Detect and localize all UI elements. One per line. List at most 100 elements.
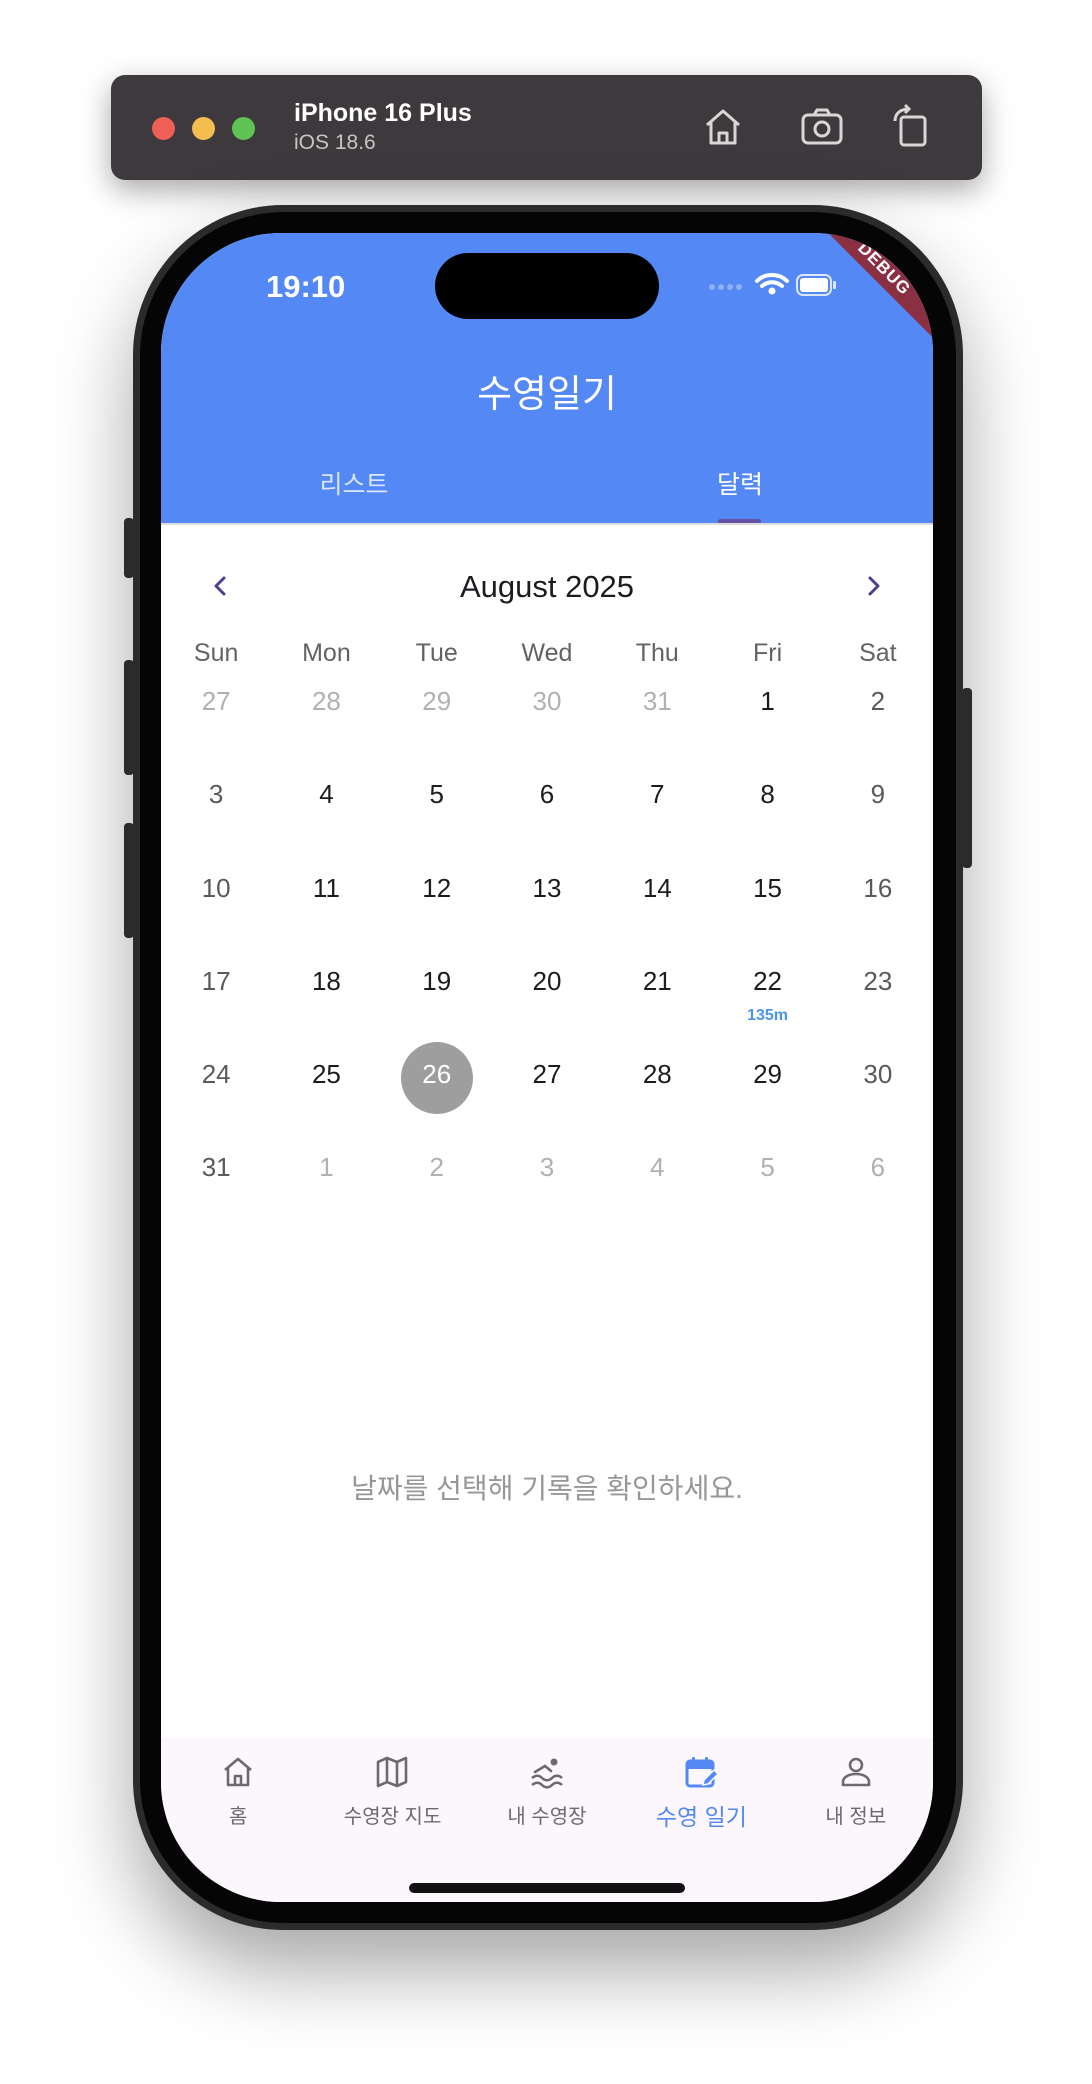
day-number: 11 — [312, 872, 340, 903]
calendar-day[interactable]: 5 — [382, 759, 492, 852]
calendar-grid: 27 28 29 30 31 1 2 3 4 5 6 7 8 9 10 11 12 13 14 15 16 17 18 19 2… — [161, 666, 933, 1226]
nav-item-swim-diary[interactable]: 수영 일기 — [624, 1738, 778, 1848]
calendar-week-row: 17 18 19 20 21 22 135m 23 — [161, 946, 933, 1039]
volume-up-button — [124, 660, 134, 775]
day-number: 23 — [863, 965, 893, 996]
calendar-day[interactable]: 19 — [382, 946, 492, 1039]
weekday-label: Sat — [859, 639, 897, 667]
calendar-day[interactable]: 6 — [823, 1132, 933, 1225]
os-version: iOS 18.6 — [294, 131, 376, 154]
nav-item-my-info[interactable]: 내 정보 — [779, 1738, 933, 1848]
close-window-button[interactable] — [152, 117, 175, 140]
calendar-day[interactable]: 1 — [271, 1132, 381, 1225]
day-number: 31 — [201, 1152, 231, 1183]
nav-item-home[interactable]: 홈 — [161, 1738, 315, 1848]
day-number: 3 — [539, 1152, 555, 1183]
calendar-day[interactable]: 27 — [161, 666, 271, 759]
power-button — [962, 688, 972, 868]
calendar-day[interactable]: 4 — [602, 1132, 712, 1225]
calendar-day[interactable]: 7 — [602, 759, 712, 852]
day-number: 9 — [870, 779, 886, 810]
calendar-day[interactable]: 28 — [271, 666, 381, 759]
day-number: 28 — [311, 686, 341, 716]
zoom-window-button[interactable] — [232, 117, 255, 140]
calendar-day[interactable]: 29 — [382, 666, 492, 759]
calendar-day[interactable]: 1 — [712, 666, 822, 759]
weekday-label: Wed — [521, 639, 573, 667]
nav-label: 내 정보 — [825, 1806, 887, 1828]
weekday-label: Sun — [193, 639, 239, 667]
chevron-right-icon[interactable] — [853, 566, 893, 606]
action-button — [124, 518, 134, 578]
minimize-window-button[interactable] — [192, 117, 215, 140]
day-number: 4 — [319, 779, 334, 810]
calendar-day-selected[interactable]: 26 — [382, 1039, 492, 1132]
calendar-day[interactable]: 14 — [602, 853, 712, 946]
calendar-edit-icon — [685, 1757, 720, 1788]
calendar-day[interactable]: 21 — [602, 946, 712, 1039]
day-number: 31 — [642, 686, 672, 716]
phone-screen: 19:10 DEBUG 수영일기 리스트 달력 August 2025 Sun … — [161, 233, 933, 1902]
calendar-day[interactable]: 23 — [823, 946, 933, 1039]
nav-label: 홈 — [228, 1806, 248, 1828]
nav-item-pool-map[interactable]: 수영장 지도 — [315, 1738, 469, 1848]
calendar-day[interactable]: 24 — [161, 1039, 271, 1132]
wifi-icon — [755, 273, 789, 288]
screenshot-icon[interactable] — [798, 103, 846, 151]
tab-calendar[interactable]: 달력 — [547, 465, 933, 501]
calendar-day[interactable]: 27 — [492, 1039, 602, 1132]
calendar-day[interactable]: 4 — [271, 759, 381, 852]
calendar-day[interactable]: 17 — [161, 946, 271, 1039]
tab-list[interactable]: 리스트 — [161, 465, 547, 501]
calendar-day[interactable]: 8 — [712, 759, 822, 852]
day-number: 29 — [422, 686, 452, 716]
calendar-day[interactable]: 15 — [712, 853, 822, 946]
calendar-day[interactable]: 16 — [823, 853, 933, 946]
calendar-day[interactable]: 28 — [602, 1039, 712, 1132]
day-number: 5 — [429, 779, 444, 810]
calendar-day[interactable]: 31 — [161, 1132, 271, 1225]
calendar-day[interactable]: 5 — [712, 1132, 822, 1225]
calendar-day[interactable]: 20 — [492, 946, 602, 1039]
person-icon — [841, 1757, 870, 1787]
day-number: 6 — [870, 1152, 886, 1183]
calendar-day[interactable]: 29 — [712, 1039, 822, 1132]
calendar-day[interactable]: 31 — [602, 666, 712, 759]
weekday-header: Sun Mon Tue Wed Thu Fri Sat — [161, 639, 933, 668]
calendar-week-row: 3 4 5 6 7 8 9 — [161, 759, 933, 852]
calendar-week-row: 24 25 26 27 28 29 30 — [161, 1039, 933, 1132]
calendar-day[interactable]: 22 135m — [712, 946, 822, 1039]
day-number: 27 — [201, 686, 231, 716]
day-number: 8 — [760, 779, 775, 810]
day-number: 12 — [422, 872, 452, 903]
rotate-icon[interactable] — [887, 103, 935, 151]
day-number: 24 — [201, 1059, 231, 1090]
calendar-day[interactable]: 30 — [823, 1039, 933, 1132]
calendar-day[interactable]: 3 — [492, 1132, 602, 1225]
weekday-label: Thu — [635, 639, 679, 667]
day-number: 4 — [650, 1152, 665, 1183]
calendar-day[interactable]: 13 — [492, 853, 602, 946]
calendar-day[interactable]: 2 — [382, 1132, 492, 1225]
home-icon[interactable] — [699, 103, 747, 151]
day-number: 27 — [532, 1059, 562, 1090]
day-number: 2 — [870, 686, 886, 716]
map-icon — [377, 1756, 408, 1788]
calendar-day[interactable]: 10 — [161, 853, 271, 946]
day-number: 30 — [863, 1059, 893, 1090]
calendar-day[interactable]: 30 — [492, 666, 602, 759]
volume-down-button — [124, 823, 134, 938]
day-number: 15 — [753, 872, 783, 903]
day-number: 6 — [539, 779, 555, 810]
calendar-day[interactable]: 6 — [492, 759, 602, 852]
calendar-day[interactable]: 25 — [271, 1039, 381, 1132]
calendar-day[interactable]: 12 — [382, 853, 492, 946]
home-indicator — [409, 1883, 685, 1893]
day-number: 26 — [422, 1059, 452, 1090]
calendar-day[interactable]: 3 — [161, 759, 271, 852]
calendar-day[interactable]: 9 — [823, 759, 933, 852]
calendar-day[interactable]: 2 — [823, 666, 933, 759]
calendar-day[interactable]: 11 — [271, 853, 381, 946]
nav-item-my-pool[interactable]: 내 수영장 — [470, 1738, 624, 1848]
calendar-day[interactable]: 18 — [271, 946, 381, 1039]
